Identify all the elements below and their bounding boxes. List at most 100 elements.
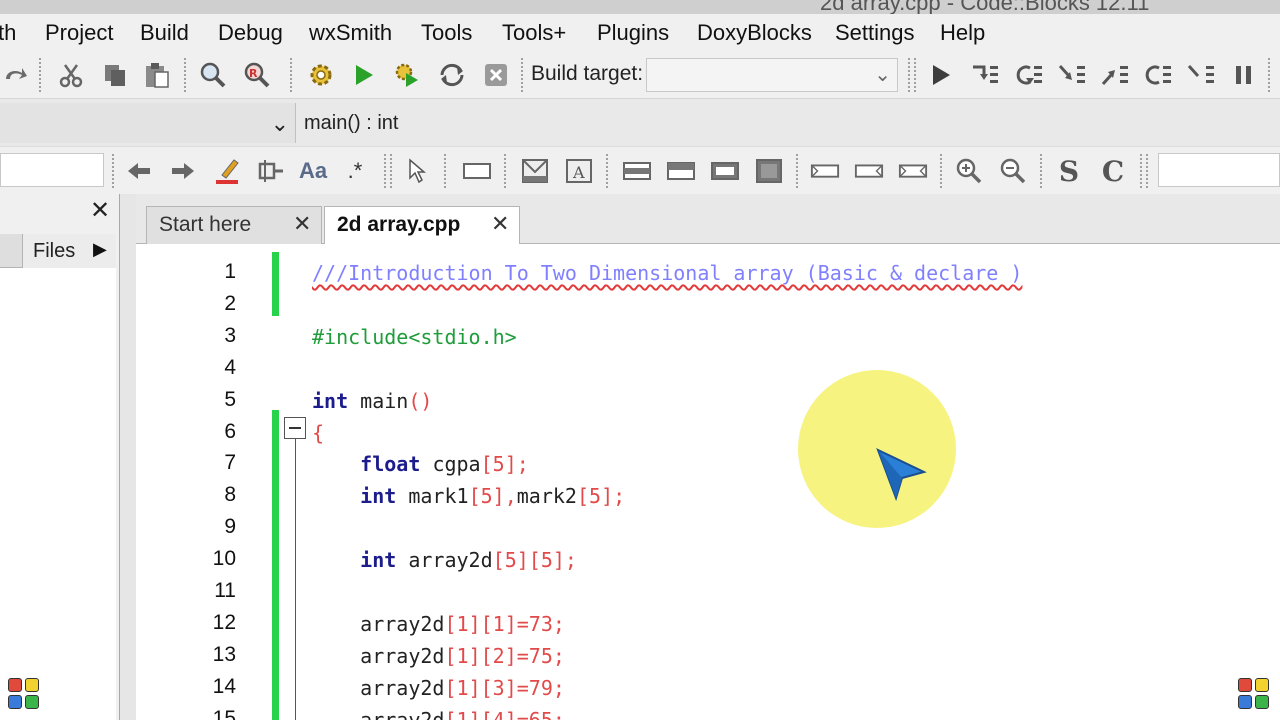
code-line[interactable]: 4 <box>136 348 1280 380</box>
run-to-cursor-icon[interactable] <box>970 60 1000 90</box>
c-icon[interactable]: C <box>1098 155 1128 188</box>
build-gear-icon[interactable] <box>306 60 336 90</box>
step-into-instruction-icon[interactable] <box>1186 60 1216 90</box>
scope-select[interactable]: ⌄ <box>0 103 296 143</box>
codeblocks-logo-icon <box>1238 678 1272 712</box>
code-line[interactable]: 8 int mark1[5],mark2[5]; <box>136 475 1280 508</box>
toolbar-separator <box>384 154 386 188</box>
find-icon[interactable] <box>198 60 228 90</box>
code-text: array2d[1][1]=73; <box>360 611 565 636</box>
step-into-icon[interactable] <box>1057 60 1087 90</box>
codeblocks-logo-icon <box>8 678 42 712</box>
close-icon[interactable]: ✕ <box>293 211 311 237</box>
tab-2d-array-cpp[interactable]: 2d array.cpp ✕ <box>324 206 520 244</box>
regex-icon[interactable]: .* <box>340 156 370 186</box>
highlight-icon[interactable] <box>212 156 242 186</box>
forward-icon[interactable] <box>168 156 198 186</box>
code-text: ///Introduction To Two Dimensional array… <box>312 261 1023 285</box>
toolbar-separator <box>184 58 186 92</box>
align-full-icon[interactable] <box>754 156 784 186</box>
code-text: #include<stdio.h> <box>312 324 517 349</box>
chevron-right-icon[interactable]: ▶ <box>93 239 107 260</box>
align-right-icon[interactable] <box>710 156 740 186</box>
menu-project[interactable]: Project <box>45 20 113 46</box>
menu-settings[interactable]: Settings <box>835 20 915 46</box>
build-target-select[interactable]: ⌄ <box>646 58 898 92</box>
debug-start-icon[interactable] <box>926 60 956 90</box>
chevron-down-icon: ⌄ <box>874 64 891 86</box>
menu-bar: th Project Build Debug wxSmith Tools Too… <box>0 14 1280 52</box>
menu-debug[interactable]: Debug <box>218 20 283 46</box>
code-line[interactable]: 13 array2d[1][2]=75; <box>136 635 1280 668</box>
search-input[interactable] <box>0 153 104 187</box>
code-text: int main() <box>312 388 433 413</box>
menu-tools[interactable]: Tools <box>421 20 472 46</box>
redo-icon[interactable] <box>0 60 30 90</box>
code-line[interactable]: 14 array2d[1][3]=79; <box>136 667 1280 700</box>
paste-icon[interactable] <box>142 60 172 90</box>
code-editor[interactable]: 1 ///Introduction To Two Dimensional arra… <box>136 244 1280 720</box>
back-icon[interactable] <box>124 156 154 186</box>
rebuild-icon[interactable] <box>437 60 467 90</box>
pause-icon[interactable] <box>1229 60 1259 90</box>
shape3-icon[interactable] <box>898 156 928 186</box>
image-icon[interactable] <box>520 156 550 186</box>
run-icon[interactable] <box>349 60 379 90</box>
align-left-icon[interactable] <box>622 156 652 186</box>
step-out-icon[interactable] <box>1100 60 1130 90</box>
code-line[interactable]: 2 <box>136 284 1280 316</box>
zoom-in-icon[interactable] <box>954 156 984 186</box>
code-line[interactable]: 10 int array2d[5][5]; <box>136 539 1280 572</box>
match-bracket-icon[interactable] <box>256 156 286 186</box>
menu-doxyblocks[interactable]: DoxyBlocks <box>697 20 812 46</box>
panel-splitter[interactable] <box>120 194 136 720</box>
next-line-icon[interactable] <box>1014 60 1044 90</box>
svg-text:R: R <box>249 67 258 80</box>
s-icon[interactable]: S <box>1054 155 1084 188</box>
code-line[interactable]: 7 float cgpa[5]; <box>136 443 1280 476</box>
zoom-out-icon[interactable] <box>998 156 1028 186</box>
build-run-icon[interactable] <box>392 60 422 90</box>
rect-icon[interactable] <box>462 156 492 186</box>
code-line[interactable]: 3 #include<stdio.h> <box>136 316 1280 349</box>
line-number: 15 <box>212 706 236 720</box>
menu-tools-plus[interactable]: Tools+ <box>502 20 566 46</box>
build-target-label: Build target: <box>531 62 644 85</box>
code-line[interactable]: 6{ <box>136 412 1280 445</box>
line-number: 10 <box>212 547 236 571</box>
toolbar-separator <box>504 154 506 188</box>
code-line[interactable]: 5 int main() <box>136 380 1280 413</box>
code-line[interactable]: 11 <box>136 571 1280 603</box>
tab-label: 2d array.cpp <box>337 213 461 236</box>
line-number: 3 <box>224 323 236 347</box>
line-number: 11 <box>214 579 236 602</box>
mouse-cursor-icon <box>876 448 927 502</box>
next-instruction-icon[interactable] <box>1143 60 1173 90</box>
code-line[interactable]: 15 array2d[1][4]=65; <box>136 699 1280 720</box>
close-icon[interactable]: ✕ <box>90 196 110 225</box>
tab-start-here[interactable]: Start here ✕ <box>146 206 322 244</box>
match-case-icon[interactable]: Aa <box>298 156 328 186</box>
cut-icon[interactable] <box>56 60 86 90</box>
function-select[interactable]: main() : int <box>304 112 398 135</box>
align-center-icon[interactable] <box>666 156 696 186</box>
menu-build[interactable]: Build <box>140 20 189 46</box>
shape2-icon[interactable] <box>854 156 884 186</box>
close-icon[interactable]: ✕ <box>491 211 509 237</box>
menu-plugins[interactable]: Plugins <box>597 20 669 46</box>
replace-icon[interactable]: R <box>242 60 272 90</box>
code-line[interactable]: 1 ///Introduction To Two Dimensional arra… <box>136 252 1280 285</box>
pointer-icon[interactable] <box>402 156 432 186</box>
tab-files[interactable]: Files ▶ <box>22 234 116 268</box>
menu-search[interactable]: th <box>0 20 16 46</box>
menu-help[interactable]: Help <box>940 20 985 46</box>
code-line[interactable]: 9 <box>136 507 1280 539</box>
shape1-icon[interactable] <box>810 156 840 186</box>
abort-icon[interactable] <box>481 60 511 90</box>
copy-icon[interactable] <box>100 60 130 90</box>
panel-content <box>0 268 116 720</box>
text-icon[interactable]: A <box>564 156 594 186</box>
jump-input[interactable] <box>1158 153 1280 187</box>
menu-wxsmith[interactable]: wxSmith <box>309 20 392 46</box>
code-line[interactable]: 12 array2d[1][1]=73; <box>136 603 1280 636</box>
